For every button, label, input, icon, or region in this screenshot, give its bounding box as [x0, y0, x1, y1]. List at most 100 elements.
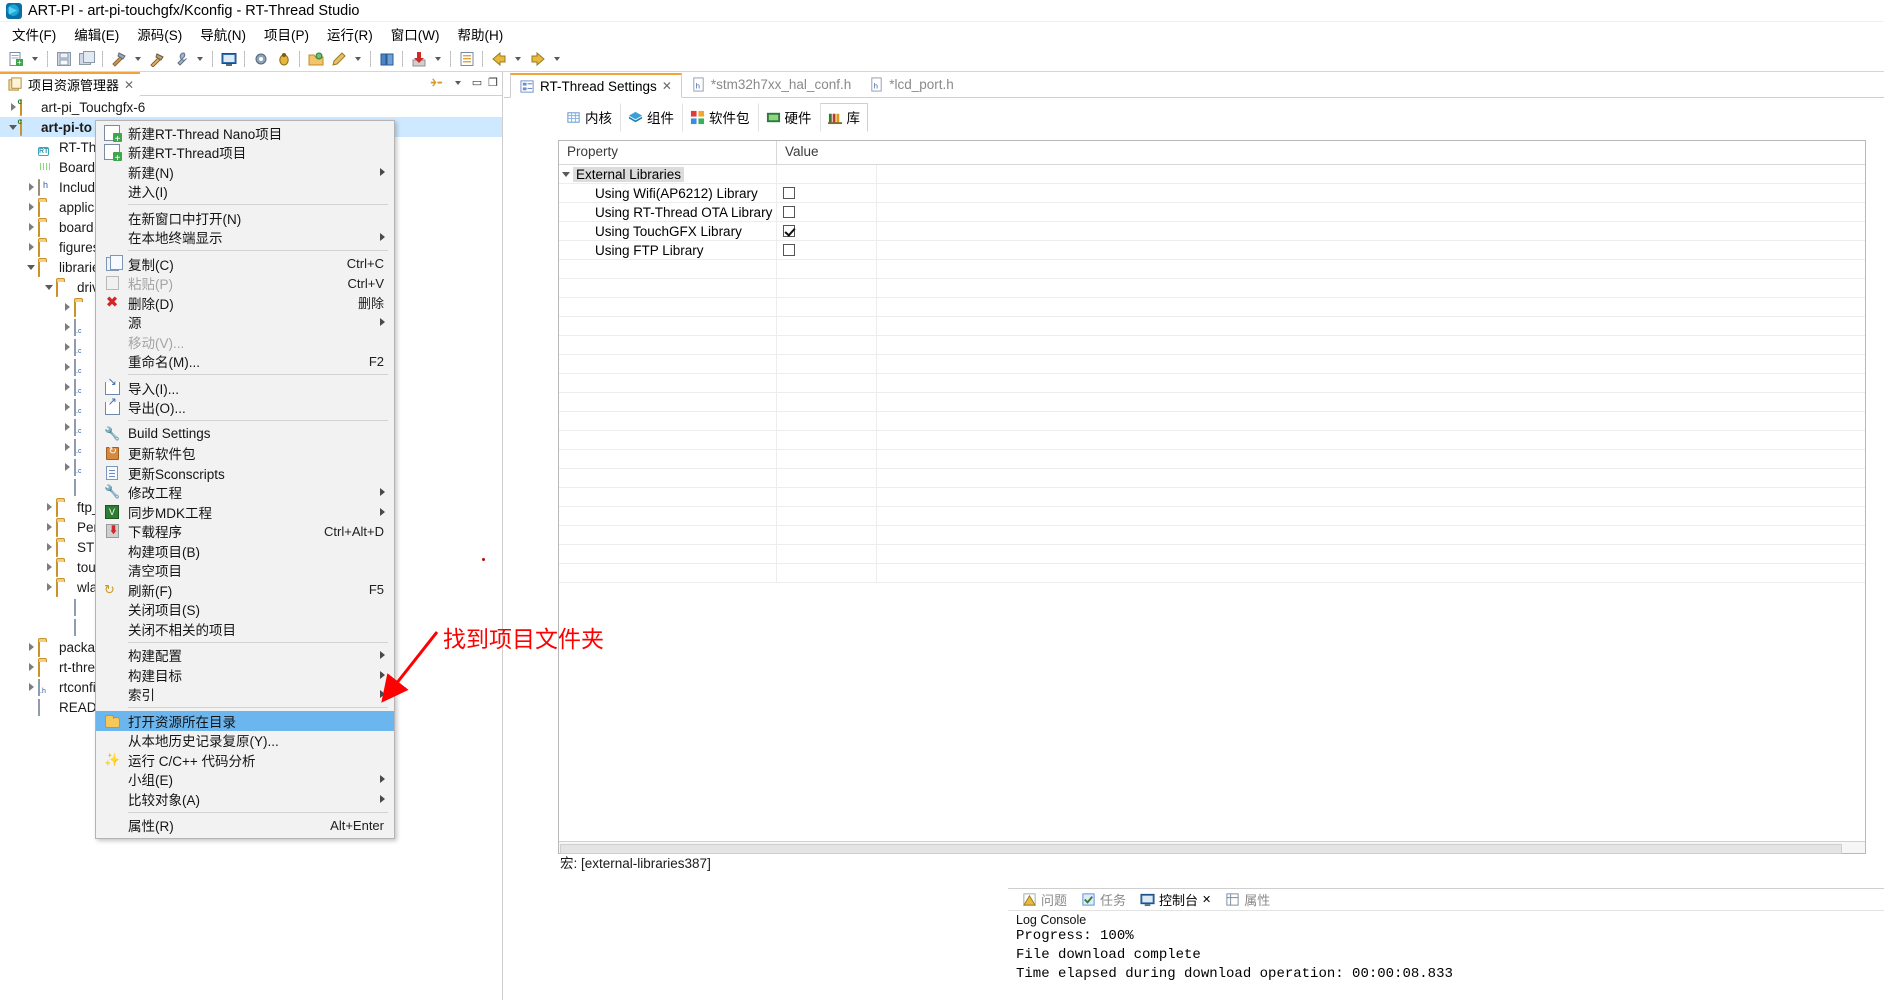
property-row[interactable]: Using Wifi(AP6212) Library [559, 183, 1865, 203]
horizontal-scrollbar[interactable] [559, 841, 1865, 854]
link-with-editor-icon[interactable] [429, 75, 444, 90]
tree-expander-icon[interactable] [60, 320, 74, 334]
chevron-down-icon[interactable] [135, 56, 141, 61]
tree-expander-icon[interactable] [60, 480, 74, 494]
context-menu-item[interactable]: 新建(N) [96, 162, 394, 182]
property-checkbox[interactable] [783, 225, 795, 237]
context-menu-item[interactable]: 更新Sconscripts [96, 463, 394, 483]
console-view-icon[interactable] [456, 48, 477, 69]
tree-expander-icon[interactable] [42, 540, 56, 554]
context-menu-item[interactable]: ✖ 删除(D) 删除 [96, 293, 394, 313]
minimize-icon[interactable]: ▭ [472, 76, 482, 89]
view-menu-icon[interactable] [454, 80, 461, 85]
property-checkbox[interactable] [783, 187, 795, 199]
menu-file[interactable]: 文件(F) [4, 21, 64, 47]
terminal-icon[interactable] [218, 48, 239, 69]
tab-packages[interactable]: 软件包 [682, 103, 758, 132]
tab-project-explorer[interactable]: 项目资源管理器 ✕ [0, 71, 141, 96]
context-menu-item[interactable]: 清空项目 [96, 561, 394, 581]
tree-expander-icon[interactable] [60, 440, 74, 454]
tree-expander-icon[interactable] [24, 180, 38, 194]
tree-expander-icon[interactable] [42, 500, 56, 514]
tree-expander-icon[interactable] [42, 280, 56, 294]
tree-expander-icon[interactable] [60, 620, 74, 634]
tab-kernel[interactable]: 内核 [558, 103, 620, 132]
tree-expander-icon[interactable] [60, 460, 74, 474]
context-menu-item[interactable]: 构建目标 [96, 665, 394, 685]
property-row[interactable]: Using FTP Library [559, 240, 1865, 260]
maximize-icon[interactable]: ❐ [488, 76, 498, 89]
context-menu-item[interactable]: 关闭项目(S) [96, 600, 394, 620]
tree-expander-icon[interactable] [60, 300, 74, 314]
tree-expander-icon[interactable] [24, 680, 38, 694]
context-menu-item[interactable]: 导出(O)... [96, 395, 394, 418]
context-menu-item[interactable]: 下载程序 Ctrl+Alt+D [96, 522, 394, 542]
chevron-down-icon[interactable] [559, 171, 573, 177]
save-all-icon[interactable] [76, 48, 97, 69]
context-menu-item[interactable]: 重命名(M)... F2 [96, 352, 394, 372]
tree-expander-icon[interactable] [24, 660, 38, 674]
tree-expander-icon[interactable] [60, 600, 74, 614]
menu-navigate[interactable]: 导航(N) [192, 21, 254, 47]
open-resource-icon[interactable] [305, 48, 326, 69]
tab-stm32h7xx-hal-conf[interactable]: h *stm32h7xx_hal_conf.h [682, 72, 860, 97]
context-menu-item[interactable]: 小组(E) [96, 770, 394, 790]
project-context-menu[interactable]: 新建RT-Thread Nano项目新建RT-Thread项目新建(N) 进入(I… [95, 120, 395, 839]
menu-window[interactable]: 窗口(W) [383, 21, 448, 47]
chevron-down-icon[interactable] [435, 56, 441, 61]
close-icon[interactable]: ✕ [124, 78, 134, 92]
menu-run[interactable]: 运行(R) [319, 21, 381, 47]
forward-arrow-icon[interactable] [527, 48, 548, 69]
new-file-icon[interactable]: + [5, 48, 26, 69]
tab-properties[interactable]: 属性 [1219, 888, 1276, 911]
tree-expander-icon[interactable] [24, 140, 38, 154]
tree-expander-icon[interactable] [24, 260, 38, 274]
back-arrow-icon[interactable] [488, 48, 509, 69]
tree-expander-icon[interactable] [24, 160, 38, 174]
context-menu-item[interactable]: 进入(I) [96, 182, 394, 202]
tab-hardware[interactable]: 硬件 [757, 103, 820, 132]
tab-rt-thread-settings[interactable]: RT-Thread Settings ✕ [510, 73, 682, 98]
menu-source[interactable]: 源码(S) [129, 21, 190, 47]
context-menu-item[interactable]: 构建配置 [96, 646, 394, 666]
context-menu-item[interactable]: ✨ 运行 C/C++ 代码分析 [96, 750, 394, 770]
context-menu-item[interactable]: 从本地历史记录复原(Y)... [96, 731, 394, 751]
chevron-down-icon[interactable] [515, 56, 521, 61]
context-menu-item[interactable]: 导入(I)... [96, 375, 394, 398]
tree-expander-icon[interactable] [24, 200, 38, 214]
property-checkbox[interactable] [783, 206, 795, 218]
build-alt-icon[interactable] [147, 48, 168, 69]
context-menu-item[interactable]: 在本地终端显示 [96, 228, 394, 248]
chevron-down-icon[interactable] [197, 56, 203, 61]
context-menu-item[interactable]: 🔧 修改工程 [96, 483, 394, 503]
context-menu-item[interactable]: 源 [96, 313, 394, 333]
context-menu-item[interactable]: 打开资源所在目录 [96, 711, 394, 731]
tree-expander-icon[interactable] [42, 560, 56, 574]
download-icon[interactable] [408, 48, 429, 69]
tree-expander-icon[interactable] [60, 420, 74, 434]
context-menu-item[interactable]: 索引 [96, 685, 394, 705]
pencil-icon[interactable] [328, 48, 349, 69]
tree-expander-icon[interactable] [60, 340, 74, 354]
tree-expander-icon[interactable] [24, 240, 38, 254]
property-table-body[interactable]: External Libraries Using Wifi(AP6212) Lib… [559, 164, 1865, 841]
menu-project[interactable]: 项目(P) [256, 21, 317, 47]
tab-components[interactable]: 组件 [620, 103, 682, 132]
property-checkbox[interactable] [783, 244, 795, 256]
context-menu-item[interactable]: 🔧 Build Settings [96, 424, 394, 444]
close-icon[interactable]: ✕ [1202, 893, 1211, 906]
context-menu-item[interactable]: 在新窗口中打开(N) [96, 208, 394, 228]
build-hammer-icon[interactable] [108, 48, 129, 69]
property-group-row[interactable]: External Libraries [559, 164, 1865, 184]
menu-help[interactable]: 帮助(H) [449, 21, 511, 47]
tree-expander-icon[interactable] [42, 520, 56, 534]
property-row[interactable]: Using TouchGFX Library [559, 221, 1865, 241]
context-menu-item[interactable]: 新建RT-Thread Nano项目 [96, 123, 394, 146]
tab-console[interactable]: 控制台 ✕ [1134, 888, 1217, 911]
tree-expander-icon[interactable] [24, 700, 38, 714]
context-menu-item[interactable]: 新建RT-Thread项目 [96, 143, 394, 165]
settings-gear-icon[interactable] [250, 48, 271, 69]
tab-lcd-port[interactable]: h *lcd_port.h [860, 72, 963, 97]
context-menu-item[interactable]: 复制(C) Ctrl+C [96, 254, 394, 274]
tree-expander-icon[interactable] [60, 400, 74, 414]
